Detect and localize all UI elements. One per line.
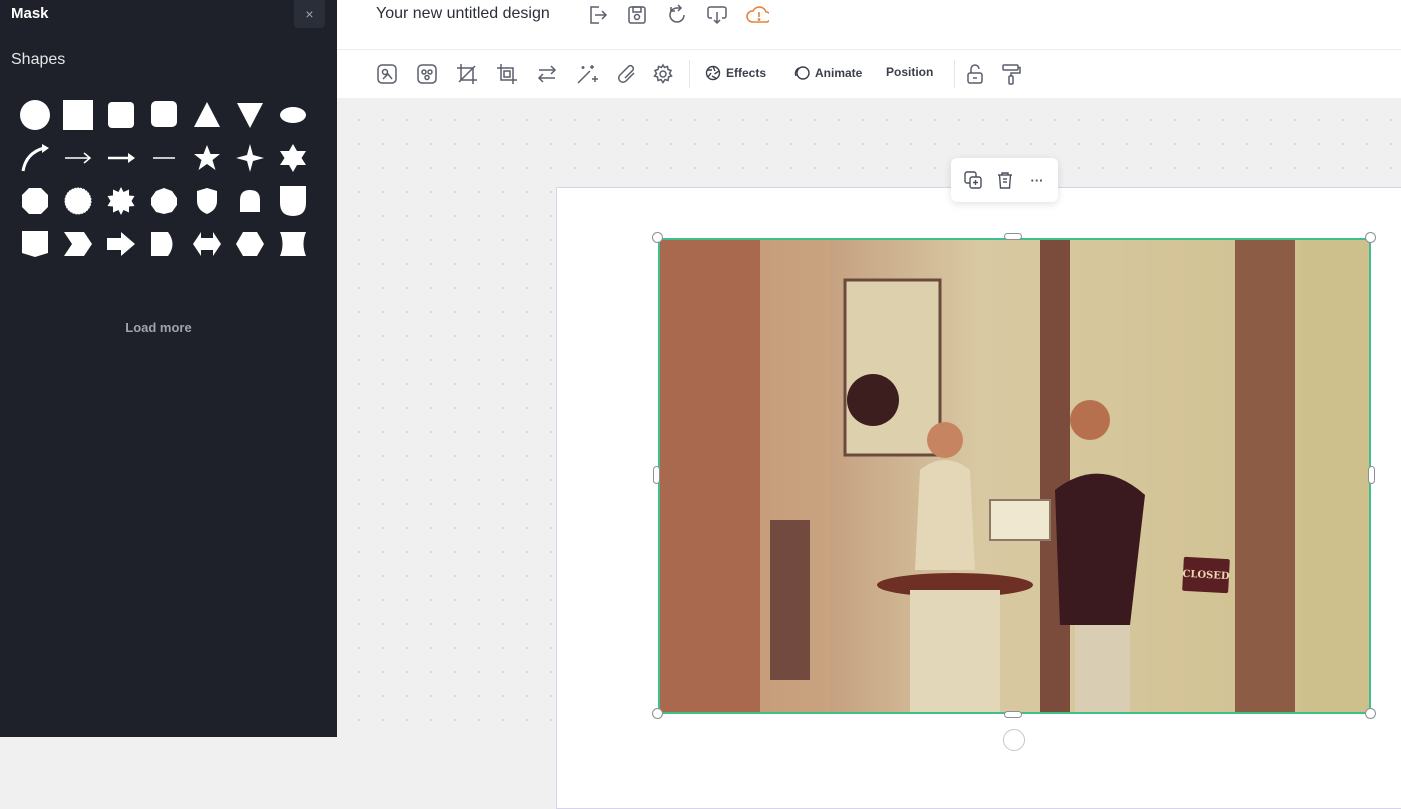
resize-handle-top-left[interactable] [652, 232, 663, 243]
link-icon[interactable] [615, 62, 639, 86]
paint-roller-icon[interactable] [999, 62, 1023, 86]
circle-shape[interactable] [13, 93, 56, 136]
swap-icon[interactable] [535, 62, 559, 86]
crop-icon[interactable] [455, 62, 479, 86]
resize-handle-left[interactable] [653, 466, 660, 484]
mask-panel: Mask × Shapes Load more [0, 0, 337, 737]
effects-label: Effects [726, 66, 767, 80]
rounded-square-shape[interactable] [99, 93, 142, 136]
star-shape[interactable] [185, 136, 228, 179]
starburst-shape[interactable] [99, 179, 142, 222]
crop-frame-icon[interactable] [495, 62, 519, 86]
position-label: Position [886, 65, 934, 79]
square-shape[interactable] [56, 93, 99, 136]
shield-shape[interactable] [185, 179, 228, 222]
bold-arrow-shape[interactable] [99, 136, 142, 179]
document-title[interactable]: Your new untitled design [376, 5, 550, 23]
photo-scene [660, 240, 1369, 712]
image-toolbar: Effects Animate Position [337, 50, 1401, 98]
save-icon[interactable] [625, 3, 649, 27]
resize-handle-bottom[interactable] [1004, 711, 1022, 718]
panel-title: Mask [11, 5, 49, 22]
scalloped-circle-shape[interactable] [56, 179, 99, 222]
bowtie-shape[interactable] [271, 222, 314, 265]
shape-grid [13, 93, 314, 265]
resize-handle-top-right[interactable] [1365, 232, 1376, 243]
pennant-shape[interactable] [13, 222, 56, 265]
shapes-section-title: Shapes [11, 51, 66, 68]
selected-image[interactable]: CLOSED [658, 238, 1371, 714]
load-more-button[interactable]: Load more [0, 320, 317, 335]
six-point-star-shape[interactable] [271, 136, 314, 179]
export-icon[interactable] [585, 3, 609, 27]
resize-handle-top[interactable] [1004, 233, 1022, 240]
resize-handle-bottom-left[interactable] [652, 708, 663, 719]
four-point-star-shape[interactable] [228, 136, 271, 179]
chevron-shape[interactable] [56, 222, 99, 265]
block-arrow-shape[interactable] [99, 222, 142, 265]
animate-icon [794, 66, 810, 80]
effects-icon [705, 65, 721, 81]
unlock-icon[interactable] [963, 62, 987, 86]
arch-shape[interactable] [228, 179, 271, 222]
header-actions [585, 3, 769, 27]
animate-button[interactable]: Animate [794, 65, 862, 81]
shape-edit-icon[interactable] [375, 62, 399, 86]
top-header: Your new untitled design [337, 0, 1401, 50]
cloud-warning-icon[interactable] [745, 3, 769, 27]
closed-sign: CLOSED [1182, 556, 1230, 594]
tag-shape[interactable] [142, 222, 185, 265]
resize-handle-bottom-right[interactable] [1365, 708, 1376, 719]
ellipse-shape[interactable] [271, 93, 314, 136]
rotate-handle[interactable] [1003, 729, 1025, 751]
download-icon[interactable] [705, 3, 729, 27]
settings-icon[interactable] [651, 62, 675, 86]
badge-shape[interactable] [271, 179, 314, 222]
position-button[interactable]: Position [886, 65, 933, 79]
magic-wand-icon[interactable] [575, 62, 599, 86]
hexagon-shape[interactable] [228, 222, 271, 265]
sync-icon[interactable] [665, 3, 689, 27]
adjust-icon[interactable] [415, 62, 439, 86]
delete-icon[interactable] [995, 170, 1015, 190]
toolbar-divider [689, 60, 690, 88]
toolbar-divider [954, 60, 955, 88]
resize-handle-right[interactable] [1368, 466, 1375, 484]
element-context-menu: ··· [951, 158, 1058, 202]
decagon-shape[interactable] [142, 179, 185, 222]
rounded-square-large-shape[interactable] [142, 93, 185, 136]
effects-button[interactable]: Effects [705, 65, 766, 81]
animate-label: Animate [815, 66, 863, 80]
close-panel-button[interactable]: × [294, 0, 325, 28]
line-shape[interactable] [142, 136, 185, 179]
curved-arrow-shape[interactable] [13, 136, 56, 179]
octagon-shape[interactable] [13, 179, 56, 222]
more-icon[interactable]: ··· [1027, 170, 1047, 190]
double-arrow-shape[interactable] [185, 222, 228, 265]
inverted-triangle-shape[interactable] [228, 93, 271, 136]
close-icon: × [305, 6, 314, 22]
triangle-shape[interactable] [185, 93, 228, 136]
duplicate-icon[interactable] [963, 170, 983, 190]
thin-arrow-shape[interactable] [56, 136, 99, 179]
